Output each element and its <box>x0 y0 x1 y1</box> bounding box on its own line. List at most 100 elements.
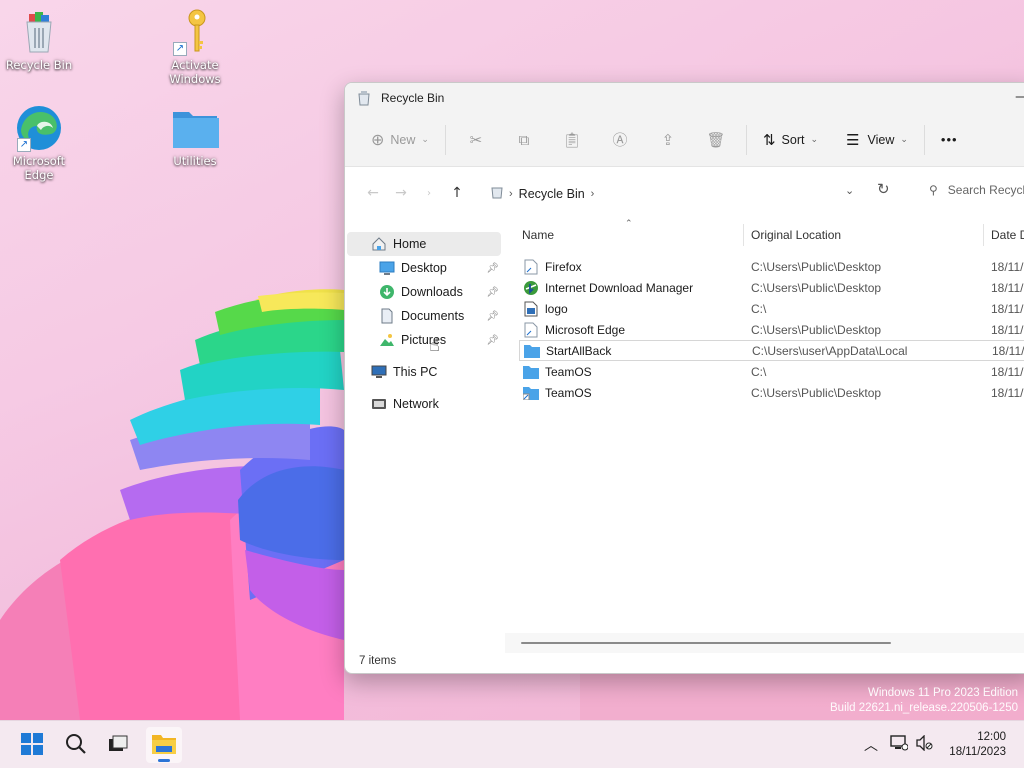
copy-button[interactable]: ⧉ <box>500 124 548 156</box>
system-clock[interactable]: 12:00 18/11/2023 <box>949 730 1006 760</box>
sidebar-item-home[interactable]: Home <box>347 232 501 256</box>
table-row[interactable]: TeamOS C:\ 18/11/20 <box>519 361 1024 382</box>
image-file-icon <box>523 301 539 317</box>
recent-chevron-icon[interactable]: › <box>415 188 443 199</box>
volume-muted-icon[interactable] <box>916 734 934 755</box>
sort-ascending-icon: ⌃ <box>625 218 633 228</box>
active-app-indicator <box>158 759 170 762</box>
table-row[interactable]: Internet Download Manager C:\Users\Publi… <box>519 277 1024 298</box>
sort-button[interactable]: ⇅ Sort ⌄ <box>753 124 828 156</box>
breadcrumb[interactable]: › Recycle Bin › <box>491 185 594 202</box>
folder-shortcut-icon <box>523 385 539 401</box>
chevron-down-icon: ⌄ <box>810 134 819 144</box>
file-location: C:\Users\Public\Desktop <box>751 322 882 337</box>
column-divider[interactable] <box>983 224 984 246</box>
recycle-bin-icon <box>357 90 371 106</box>
paste-button[interactable]: 📋︎ <box>548 124 596 156</box>
more-options-button[interactable]: ••• <box>931 124 968 156</box>
scrollbar-thumb[interactable] <box>521 642 891 644</box>
table-row[interactable]: logo C:\ 18/11/20 <box>519 298 1024 319</box>
navigation-pane: Home Desktop 📌︎ Downloads 📌︎ Documents 📌… <box>345 220 505 640</box>
idm-icon <box>523 280 539 296</box>
key-icon: ↗ <box>171 8 219 56</box>
file-date: 18/11/20 <box>991 301 1024 316</box>
sidebar-item-pictures[interactable]: Pictures 📌︎ <box>347 328 501 352</box>
tray-overflow-chevron-icon[interactable]: ︿ <box>864 735 878 755</box>
file-date: 18/11/20 <box>992 343 1024 358</box>
network-status-icon[interactable] <box>890 735 909 755</box>
chevron-right-icon: › <box>509 187 513 200</box>
file-list: ⌃ Name Original Location Date D Firefox … <box>505 218 1024 640</box>
search-placeholder: Search Recycle Bin <box>947 183 1024 197</box>
pin-icon[interactable]: 📌︎ <box>486 263 499 274</box>
column-header-original-location[interactable]: Original Location <box>751 228 841 242</box>
new-button[interactable]: ⊕ New ⌄ <box>361 124 439 156</box>
file-name: Firefox <box>545 259 582 274</box>
recycle-bin-icon <box>15 8 63 56</box>
view-list-icon: ☰ <box>846 131 860 149</box>
folder-icon <box>523 364 539 380</box>
search-box[interactable]: ⚲ Search Recycle Bin <box>929 183 1024 197</box>
back-arrow-icon[interactable]: ← <box>359 185 387 201</box>
sidebar-item-network[interactable]: Network <box>347 392 501 416</box>
file-explorer-icon <box>151 732 177 759</box>
shortcut-arrow-icon: ↗ <box>173 42 187 56</box>
delete-button[interactable]: 🗑︎ <box>692 124 740 156</box>
desktop-icon-activate-windows[interactable]: ↗ Activate Windows <box>157 8 233 86</box>
file-explorer-taskbar-button[interactable] <box>146 727 182 763</box>
up-arrow-icon[interactable]: ↑ <box>443 185 471 201</box>
file-location: C:\Users\Public\Desktop <box>751 259 882 274</box>
sidebar-item-desktop[interactable]: Desktop 📌︎ <box>347 256 501 280</box>
view-button[interactable]: ☰ View ⌄ <box>836 124 918 156</box>
table-row[interactable]: StartAllBack C:\Users\user\AppData\Local… <box>519 340 1024 361</box>
sidebar-item-label: Documents <box>401 309 465 323</box>
recycle-bin-icon <box>491 185 503 202</box>
desktop-icon <box>379 260 395 276</box>
address-dropdown-icon[interactable]: ⌄ <box>845 184 854 197</box>
desktop-icon-label: Activate Windows <box>169 58 221 86</box>
pin-icon[interactable]: 📌︎ <box>486 287 499 298</box>
file-date: 18/11/20 <box>991 385 1024 400</box>
windows-logo-icon <box>21 732 43 758</box>
plus-circle-icon: ⊕ <box>371 131 385 149</box>
column-header-name[interactable]: Name <box>522 228 554 242</box>
pin-icon[interactable]: 📌︎ <box>486 311 499 322</box>
table-row[interactable]: Microsoft Edge C:\Users\Public\Desktop 1… <box>519 319 1024 340</box>
file-name: logo <box>545 301 568 316</box>
chevron-right-icon[interactable]: › <box>591 188 595 200</box>
column-divider[interactable] <box>743 224 744 246</box>
taskbar: ︿ 12:00 18/11/2023 <box>0 720 1024 768</box>
scissors-icon: ✂ <box>469 130 483 149</box>
desktop-icon-microsoft-edge[interactable]: ↗ Microsoft Edge <box>1 104 77 182</box>
pictures-icon <box>379 332 395 348</box>
rename-button[interactable]: Ⓐ <box>596 124 644 156</box>
search-icon <box>65 733 87 758</box>
pin-icon[interactable]: 📌︎ <box>486 335 499 346</box>
file-location: C:\ <box>751 301 767 316</box>
sidebar-item-label: This PC <box>393 365 438 379</box>
table-row[interactable]: TeamOS C:\Users\Public\Desktop 18/11/20 <box>519 382 1024 403</box>
network-icon <box>371 396 387 412</box>
desktop-icon-recycle-bin[interactable]: Recycle Bin <box>1 8 77 72</box>
chevron-down-icon: ⌄ <box>421 134 429 144</box>
refresh-icon[interactable]: ↻ <box>877 180 890 198</box>
file-location: C:\Users\Public\Desktop <box>751 280 882 295</box>
desktop-icon-utilities[interactable]: Utilities <box>157 104 233 168</box>
new-button-label: New <box>390 132 416 147</box>
table-row[interactable]: Firefox C:\Users\Public\Desktop 18/11/20 <box>519 256 1024 277</box>
minimize-icon[interactable]: — <box>1015 89 1024 105</box>
sidebar-item-downloads[interactable]: Downloads 📌︎ <box>347 280 501 304</box>
sidebar-item-this-pc[interactable]: This PC <box>347 360 501 384</box>
column-header-date-deleted[interactable]: Date D <box>991 228 1024 242</box>
forward-arrow-icon[interactable]: → <box>387 185 415 201</box>
title-bar[interactable]: Recycle Bin — <box>345 83 1024 113</box>
task-view-button[interactable] <box>100 727 136 763</box>
share-button[interactable]: ⇪ <box>644 124 692 156</box>
breadcrumb-item[interactable]: Recycle Bin <box>519 187 585 201</box>
search-taskbar-button[interactable] <box>58 727 94 763</box>
start-button[interactable] <box>14 727 50 763</box>
sidebar-item-documents[interactable]: Documents 📌︎ <box>347 304 501 328</box>
toolbar-divider <box>923 124 925 155</box>
task-view-icon <box>107 733 129 758</box>
cut-button[interactable]: ✂ <box>452 124 500 156</box>
